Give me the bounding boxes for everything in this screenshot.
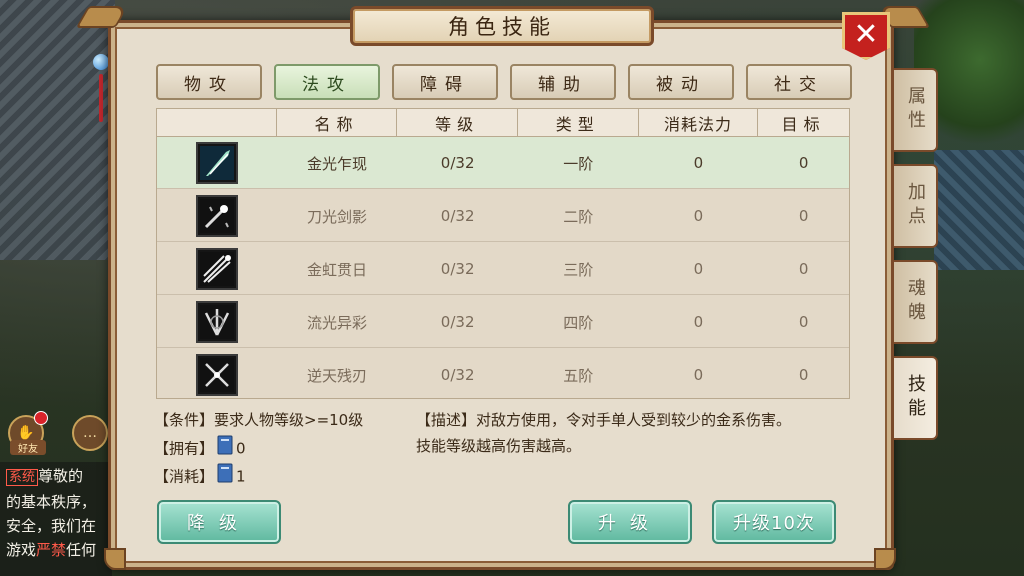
tab-passive[interactable]: 被动 — [628, 64, 734, 100]
skill-icon-cell — [157, 190, 277, 242]
chat-line: 安全，我们在 — [6, 517, 97, 535]
chat-bubble-button[interactable]: … — [72, 415, 108, 451]
skill-type: 一阶 — [563, 154, 594, 173]
table-row[interactable]: 逆天残刃 0/32 五阶 0 0 — [157, 349, 849, 401]
skill-target: 0 — [798, 366, 809, 384]
skill-target: 0 — [798, 260, 809, 278]
skill-target: 0 — [798, 313, 809, 331]
skill-level: 0/32 — [440, 154, 475, 172]
sword-burst-icon — [195, 248, 238, 290]
skill-name: 流光异彩 — [306, 313, 367, 332]
sword-fan-icon — [195, 301, 238, 343]
skill-icon-cell — [157, 137, 277, 189]
skill-mana: 0 — [693, 207, 704, 225]
column-header-name: 名称 — [276, 109, 398, 137]
skill-mana: 0 — [693, 313, 704, 331]
column-header-type: 类型 — [517, 109, 639, 137]
sword-sparkle-icon — [195, 195, 238, 237]
skill-level: 0/32 — [440, 260, 475, 278]
column-header-mana: 消耗法力 — [638, 109, 759, 137]
chat-line: 系统 尊敬的 — [6, 464, 106, 490]
column-header-level: 等级 — [397, 109, 518, 137]
owned-count: 0 — [236, 439, 246, 458]
downgrade-button[interactable]: 降级 — [157, 500, 281, 544]
tab-magic-attack[interactable]: 法攻 — [274, 64, 380, 100]
side-tab-attributes[interactable]: 属性 — [894, 68, 938, 152]
skill-book-icon — [216, 463, 234, 491]
skill-name: 逆天残刃 — [306, 366, 367, 385]
tab-physical-attack[interactable]: 物攻 — [156, 64, 262, 100]
skill-cost: 【消耗】 1 — [154, 463, 246, 491]
skill-name: 金光乍现 — [306, 154, 367, 173]
skill-book-icon — [216, 435, 234, 463]
skill-type: 二阶 — [563, 207, 594, 226]
skill-owned: 【拥有】 0 — [154, 435, 246, 463]
skill-name: 金虹贯日 — [306, 260, 367, 279]
handshake-icon: ✋ — [17, 425, 35, 441]
chat-line: 的基本秩序， — [6, 493, 97, 511]
side-tab-points[interactable]: 加点 — [894, 164, 938, 248]
skill-level: 0/32 — [440, 207, 475, 225]
panel-title: 角色技能 — [350, 6, 654, 46]
table-header: 名称 等级 类型 消耗法力 目标 — [157, 109, 850, 137]
table-row[interactable]: 金虹贯日 0/32 三阶 0 0 — [157, 243, 849, 295]
sword-cross-icon — [195, 354, 238, 396]
side-tab-skills[interactable]: 技能 — [894, 356, 938, 440]
cost-count: 1 — [236, 467, 246, 486]
skill-level: 0/32 — [440, 313, 475, 331]
skill-condition: 【条件】要求人物等级>=10级 — [154, 411, 364, 429]
skill-icon-cell — [157, 296, 277, 348]
skill-icon-cell — [157, 243, 277, 295]
skill-icon-cell — [157, 349, 277, 401]
table-row[interactable]: 金光乍现 0/32 一阶 0 0 — [157, 137, 849, 189]
upgrade-10-button[interactable]: 升级10次 — [712, 500, 836, 544]
skill-type: 四阶 — [563, 313, 594, 332]
speech-bubble-icon: … — [83, 425, 97, 441]
skill-mana: 0 — [693, 366, 704, 384]
table-row[interactable]: 刀光剑影 0/32 二阶 0 0 — [157, 190, 849, 242]
panel-corner-ornament — [104, 548, 126, 570]
tab-social[interactable]: 社交 — [746, 64, 852, 100]
system-tag: 系统 — [6, 469, 39, 486]
skills-table: 名称 等级 类型 消耗法力 目标 金光乍现 0/32 一阶 0 0 刀光剑影 0… — [156, 108, 850, 399]
skill-type: 五阶 — [563, 366, 594, 385]
skill-mana: 0 — [693, 154, 704, 172]
background-roof-right — [934, 150, 1024, 270]
tab-obstacle[interactable]: 障碍 — [392, 64, 498, 100]
column-header-icon — [157, 109, 277, 137]
column-header-target: 目标 — [758, 109, 850, 137]
skill-name: 刀光剑影 — [306, 207, 367, 226]
skill-mana: 0 — [693, 260, 704, 278]
jade-blade-icon — [195, 142, 238, 184]
notification-dot — [34, 411, 48, 425]
chat-line: 游戏严禁任何 — [6, 541, 97, 559]
skill-target: 0 — [798, 154, 809, 172]
skill-level: 0/32 — [440, 366, 475, 384]
skill-type: 三阶 — [563, 260, 594, 279]
close-x-icon: ✕ — [853, 17, 879, 52]
friends-label: 好友 — [10, 440, 46, 455]
tab-assist[interactable]: 辅助 — [510, 64, 616, 100]
chat-log[interactable]: 系统 尊敬的 的基本秩序， 安全，我们在 游戏严禁任何 — [0, 462, 112, 576]
skill-description: 【描述】对敌方使用，令对手单人受到较少的金系伤害。 技能等级越高伤害越高。 — [416, 411, 792, 455]
side-tab-soul[interactable]: 魂魄 — [894, 260, 938, 344]
table-row[interactable]: 流光异彩 0/32 四阶 0 0 — [157, 296, 849, 348]
skill-target: 0 — [798, 207, 809, 225]
upgrade-button[interactable]: 升级 — [568, 500, 692, 544]
